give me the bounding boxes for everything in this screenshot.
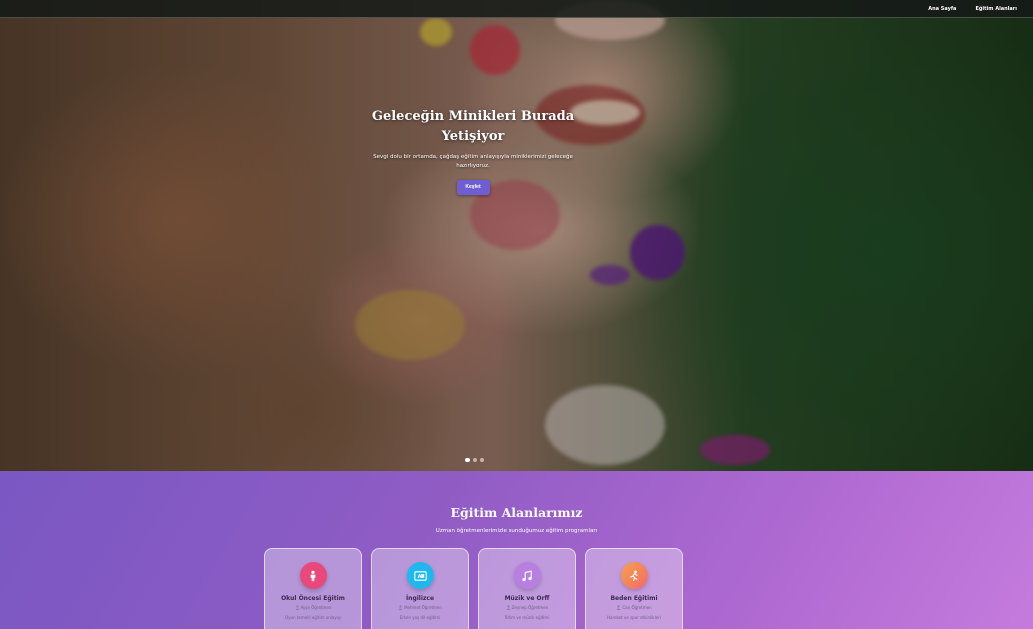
- hero-subtitle-line2: hazırlıyoruz.: [456, 163, 490, 169]
- card-description: Hareket ve spor etkinlikleri: [607, 615, 661, 620]
- card-title: Müzik ve Orff: [504, 595, 550, 602]
- child-icon: [299, 562, 327, 589]
- carousel-indicators: [465, 458, 484, 462]
- hero-title: Geleceğin Minikleri Burada Yetişiyor: [364, 107, 582, 147]
- top-navbar: Ana Sayfa Eğitim Alanları: [0, 0, 1033, 18]
- card-description: Ritim ve müzik eğitimi: [504, 615, 550, 620]
- explore-button[interactable]: Keşfet: [456, 180, 490, 195]
- user-icon: [616, 605, 621, 610]
- carousel-dot-3[interactable]: [480, 458, 484, 462]
- program-card-preschool[interactable]: Okul Öncesi Eğitim Ayşe Öğretmen Oyun te…: [264, 548, 362, 629]
- section-subtitle: Uzman öğretmenlerimizle sunduğumuz eğiti…: [435, 528, 598, 534]
- section-title: Eğitim Alanlarımız: [450, 505, 583, 520]
- nav-link-home[interactable]: Ana Sayfa: [928, 6, 956, 12]
- svg-text:A: A: [417, 574, 421, 580]
- card-teacher: Can Öğretmen: [586, 605, 682, 610]
- music-icon: [513, 562, 541, 589]
- hero-carousel: Geleceğin Minikleri Burada Yetişiyor Sev…: [0, 0, 1033, 471]
- carousel-dot-2[interactable]: [473, 458, 477, 462]
- hero-title-line1: Geleceğin Minikleri Burada: [371, 109, 575, 124]
- card-teacher-name: Mehmet Öğretmen: [404, 605, 442, 610]
- card-title: Okul Öncesi Eğitim: [281, 595, 345, 602]
- running-icon: [620, 562, 648, 589]
- hero-overlay: [0, 0, 1033, 471]
- nav-link-programs[interactable]: Eğitim Alanları: [975, 6, 1017, 12]
- card-description: Oyun temelli eğitim anlayışı: [284, 615, 342, 620]
- user-icon: [398, 605, 403, 610]
- card-title: İngilizce: [405, 595, 435, 602]
- card-teacher-name: Ayşe Öğretmen: [300, 605, 332, 610]
- card-teacher: Mehmet Öğretmen: [372, 605, 468, 610]
- programs-section: Eğitim Alanlarımız Uzman öğretmenlerimiz…: [0, 471, 1033, 629]
- hero-subtitle-line1: Sevgi dolu bir ortamda, çağdaş eğitim an…: [373, 154, 573, 160]
- card-title: Beden Eğitimi: [610, 595, 658, 602]
- program-card-music[interactable]: Müzik ve Orff Zeynep Öğretmen Ritim ve m…: [478, 548, 576, 629]
- user-icon: [295, 605, 300, 610]
- card-teacher: Ayşe Öğretmen: [265, 605, 361, 610]
- card-teacher-name: Can Öğretmen: [622, 605, 652, 610]
- program-card-pe[interactable]: Beden Eğitimi Can Öğretmen Hareket ve sp…: [585, 548, 683, 629]
- card-teacher-name: Zeynep Öğretmen: [511, 605, 549, 610]
- card-description: Erken yaş dil eğitimi: [399, 615, 441, 620]
- user-icon: [506, 605, 511, 610]
- hero-subtitle: Sevgi dolu bir ortamda, çağdaş eğitim an…: [364, 153, 582, 171]
- program-cards: Okul Öncesi Eğitim Ayşe Öğretmen Oyun te…: [264, 548, 683, 629]
- language-icon: A: [406, 562, 434, 589]
- hero-content: Geleceğin Minikleri Burada Yetişiyor Sev…: [364, 107, 582, 195]
- program-card-english[interactable]: A İngilizce Mehmet Öğretmen Erken yaş di…: [371, 548, 469, 629]
- card-teacher: Zeynep Öğretmen: [479, 605, 575, 610]
- hero-title-line2: Yetişiyor: [441, 129, 505, 144]
- carousel-dot-1[interactable]: [465, 458, 470, 462]
